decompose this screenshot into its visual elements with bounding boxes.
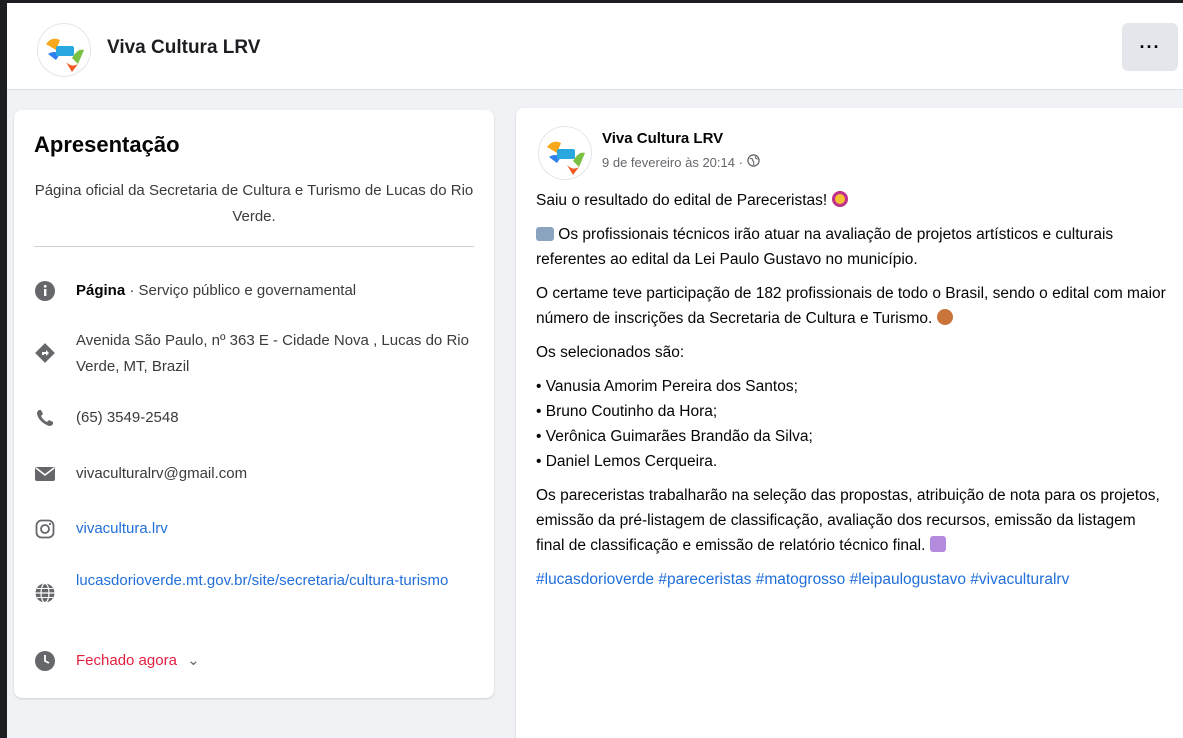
memo-emoji-icon — [929, 536, 946, 552]
website-link[interactable]: lucasdorioverde.mt.gov.br/site/secretari… — [76, 568, 476, 594]
post-body: Saiu o resultado do edital de Parecerist… — [536, 188, 1166, 601]
chevron-down-icon: ⌄ — [187, 652, 200, 669]
category-value: · Serviço público e governamental — [125, 282, 357, 299]
phone-row: (65) 3549-2548 — [34, 405, 484, 431]
post-paragraph: Saiu o resultado do edital de Parecerist… — [536, 188, 1166, 213]
email-row: vivaculturalrv@gmail.com — [34, 461, 484, 487]
post-paragraph: O certame teve participação de 182 profi… — [536, 281, 1166, 331]
page-header: Viva Cultura LRV ··· — [7, 3, 1183, 90]
laptop-emoji-icon — [536, 227, 554, 241]
address-text: Avenida São Paulo, nº 363 E - Cidade Nov… — [76, 332, 469, 375]
post-paragraph: Os selecionados são: — [536, 344, 685, 361]
post-text-3: O certame teve participação de 182 profi… — [536, 285, 1166, 327]
list-item: • Bruno Coutinho da Hora; — [536, 403, 718, 420]
post-text-1: Saiu o resultado do edital de Parecerist… — [536, 192, 828, 209]
viva-cultura-logo — [547, 141, 585, 175]
clock-icon — [34, 648, 62, 674]
directions-icon — [34, 340, 62, 366]
audience-globe-icon — [747, 154, 760, 170]
post-paragraph: Os pareceristas trabalharão na seleção d… — [536, 483, 1166, 558]
intro-title: Apresentação — [34, 132, 180, 157]
post-author[interactable]: Viva Cultura LRV — [602, 130, 723, 147]
category-label: Página — [76, 282, 126, 299]
window-frame-left — [0, 0, 7, 738]
instagram-link[interactable]: vivacultura.lrv — [76, 516, 168, 542]
globe-icon — [34, 580, 62, 606]
address-row: Avenida São Paulo, nº 363 E - Cidade Nov… — [34, 328, 484, 380]
post-hashtags[interactable]: #lucasdorioverde #pareceristas #matogros… — [536, 567, 1166, 592]
post-text-2: Os profissionais técnicos irão atuar na … — [536, 226, 1114, 268]
email-text[interactable]: vivaculturalrv@gmail.com — [76, 461, 247, 487]
post-card: Viva Cultura LRV 9 de fevereiro às 20:14… — [516, 108, 1183, 738]
phone-icon — [34, 405, 62, 431]
info-icon — [34, 278, 62, 304]
list-item: • Verônica Guimarães Brandão da Silva; — [536, 428, 813, 445]
website-row: lucasdorioverde.mt.gov.br/site/secretari… — [34, 568, 484, 606]
post-meta: 9 de fevereiro às 20:14 · — [602, 154, 760, 170]
divider — [34, 246, 474, 247]
envelope-icon — [34, 461, 62, 487]
instagram-row: vivacultura.lrv — [34, 516, 484, 542]
hours-status: Fechado agora — [76, 652, 177, 669]
intro-description: Página oficial da Secretaria de Cultura … — [34, 182, 474, 225]
intro-card: Apresentação Página oficial da Secretari… — [14, 110, 494, 698]
clapping-emoji-icon — [936, 309, 953, 325]
selected-list: • Vanusia Amorim Pereira dos Santos; • B… — [536, 374, 1166, 474]
page-avatar[interactable] — [37, 23, 91, 77]
list-item: • Vanusia Amorim Pereira dos Santos; — [536, 378, 798, 395]
more-options-button[interactable]: ··· — [1122, 23, 1178, 71]
category-row: Página · Serviço público e governamental — [34, 278, 484, 304]
page-title[interactable]: Viva Cultura LRV — [107, 37, 260, 59]
viva-cultura-logo — [46, 38, 84, 72]
post-avatar[interactable] — [538, 126, 592, 180]
hours-dropdown[interactable]: Fechado agora ⌄ — [76, 648, 200, 674]
list-item: • Daniel Lemos Cerqueira. — [536, 453, 718, 470]
star-struck-emoji-icon — [831, 191, 848, 207]
instagram-icon — [34, 516, 62, 542]
hours-row: Fechado agora ⌄ — [34, 648, 484, 674]
post-text-5: Os pareceristas trabalharão na seleção d… — [536, 487, 1160, 554]
post-paragraph: Os profissionais técnicos irão atuar na … — [536, 222, 1166, 272]
phone-text[interactable]: (65) 3549-2548 — [76, 405, 179, 431]
post-date[interactable]: 9 de fevereiro às 20:14 · — [602, 155, 743, 170]
